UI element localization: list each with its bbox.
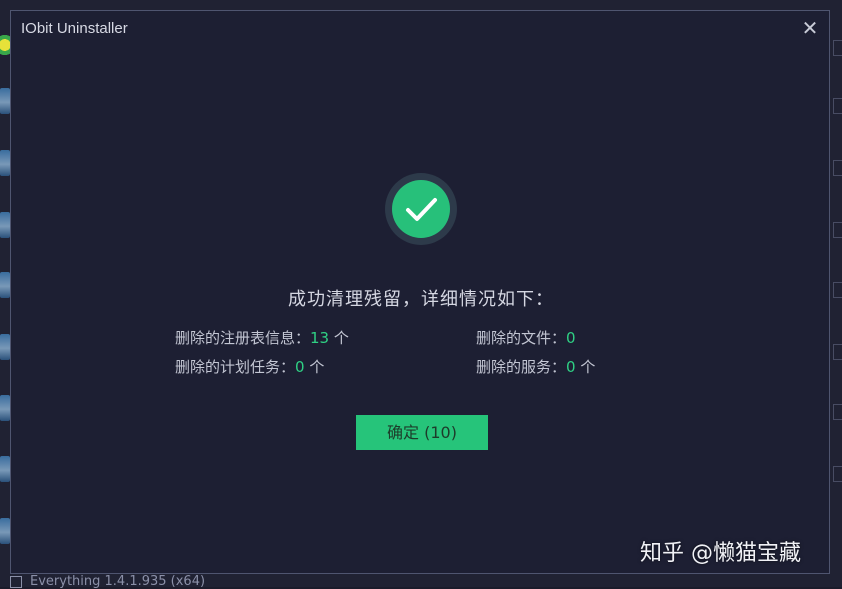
list-edge-mark	[833, 282, 842, 298]
program-icon	[0, 272, 10, 298]
row-checkbox[interactable]	[10, 576, 22, 588]
stat-label: 删除的注册表信息：	[175, 329, 311, 347]
list-edge-mark	[833, 404, 842, 420]
program-icon	[0, 518, 10, 544]
ok-button[interactable]: 确定 (10)	[356, 415, 488, 450]
close-icon[interactable]: ✕	[799, 17, 821, 39]
cleanup-result-dialog: IObit Uninstaller ✕ 成功清理残留，详细情况如下： 删除的注册…	[10, 10, 830, 574]
stat-value: 0	[566, 358, 576, 376]
list-edge-mark	[833, 344, 842, 360]
list-edge-mark	[833, 40, 842, 56]
stat-services: 删除的服务：0 个	[476, 356, 595, 377]
stat-value: 0	[295, 358, 305, 376]
stat-scheduled-tasks: 删除的计划任务：0 个	[175, 356, 324, 377]
stat-label: 删除的服务：	[476, 358, 567, 376]
check-mark-icon	[406, 198, 437, 221]
stat-files: 删除的文件：0	[476, 327, 576, 348]
stat-registry: 删除的注册表信息：13 个	[175, 327, 349, 348]
watermark-text: 知乎 @懒猫宝藏	[640, 541, 801, 566]
program-icon	[0, 456, 10, 482]
list-edge-mark	[833, 160, 842, 176]
stat-unit: 个	[575, 358, 596, 376]
success-check-icon	[385, 173, 457, 245]
stat-value: 0	[566, 329, 576, 347]
stat-unit: 个	[329, 329, 349, 347]
result-headline: 成功清理残留，详细情况如下：	[288, 289, 554, 310]
dialog-title: IObit Uninstaller	[21, 20, 128, 37]
list-edge-mark	[833, 222, 842, 238]
program-icon	[0, 334, 10, 360]
list-edge-mark	[833, 98, 842, 114]
list-edge-mark	[833, 466, 842, 482]
dialog-titlebar[interactable]: IObit Uninstaller ✕	[11, 11, 829, 49]
success-check-circle	[392, 180, 450, 238]
program-icon	[0, 88, 10, 114]
stat-unit: 个	[304, 358, 325, 376]
program-icon	[0, 150, 10, 176]
stat-label: 删除的计划任务：	[175, 358, 296, 376]
stat-value: 13	[310, 329, 330, 347]
stat-label: 删除的文件：	[476, 329, 567, 347]
program-icon	[0, 395, 10, 421]
program-icon	[0, 212, 10, 238]
